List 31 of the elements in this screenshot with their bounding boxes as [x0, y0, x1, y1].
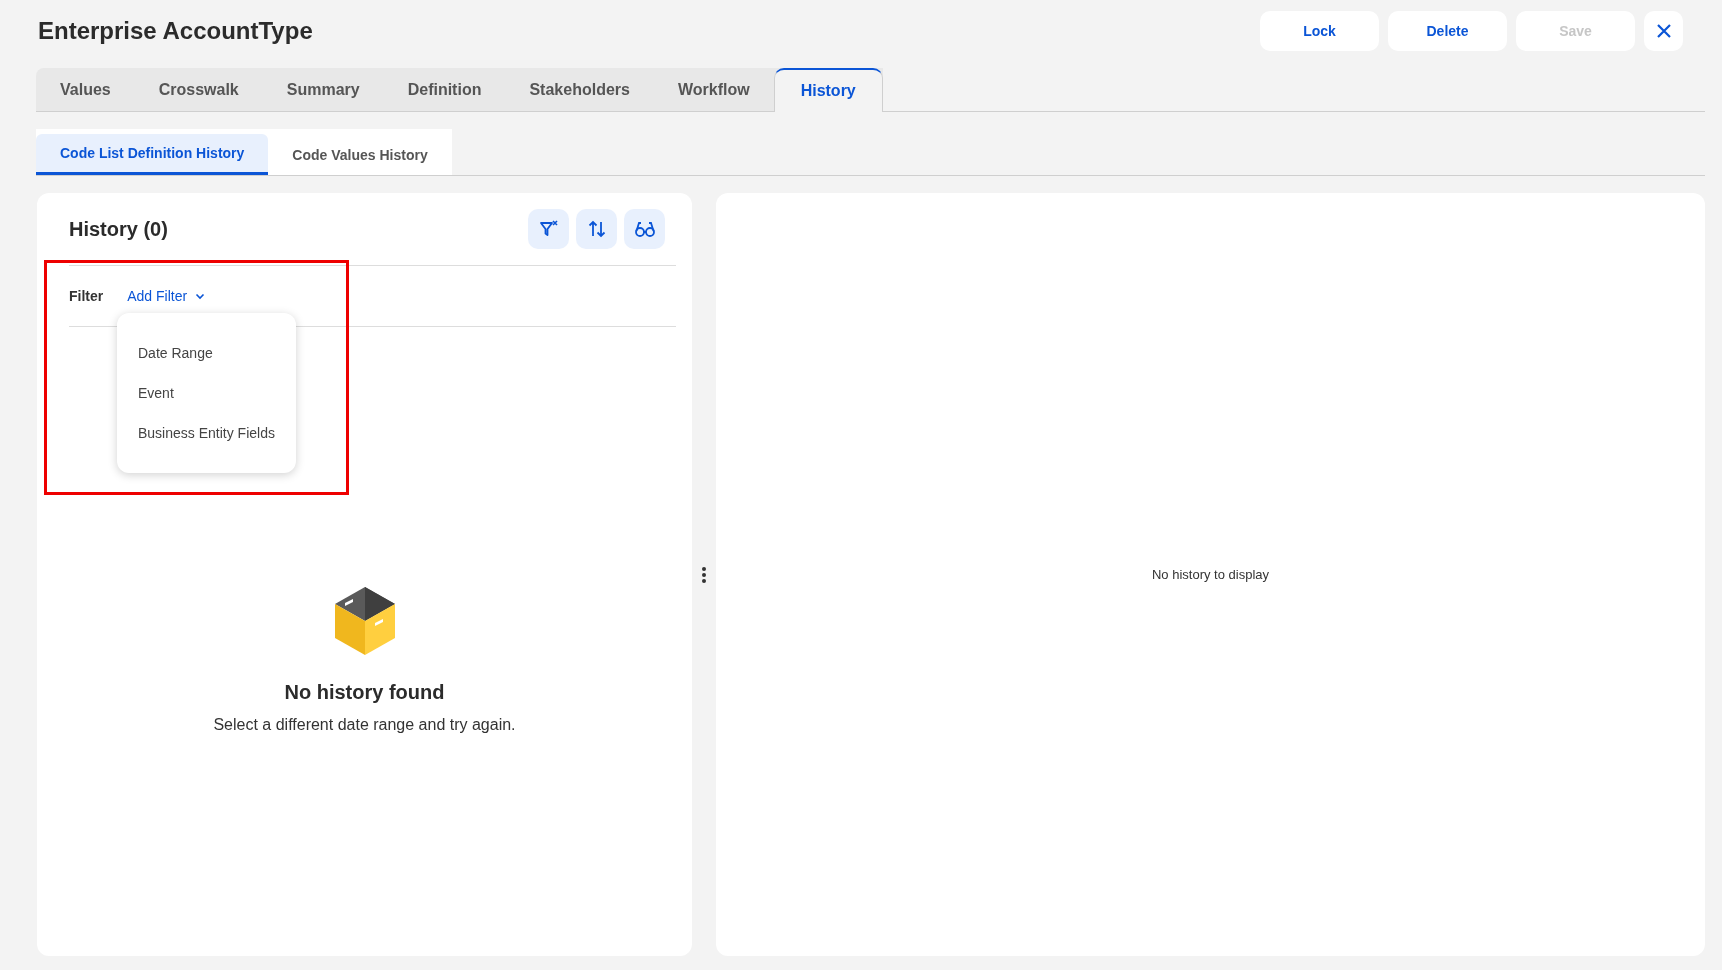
empty-message: No history to display	[1151, 567, 1270, 582]
empty-message: Select a different date range and try again.	[213, 716, 516, 734]
filter-label: Filter	[69, 288, 104, 304]
empty-title: No history found	[284, 681, 445, 704]
action-button[interactable]: Lock	[1260, 11, 1379, 51]
tab[interactable]: Summary	[262, 68, 384, 111]
close-icon	[1656, 24, 1671, 38]
tab[interactable]: Crosswalk	[134, 68, 263, 111]
tab[interactable]: Definition	[383, 68, 506, 111]
chevron-down-icon	[195, 292, 206, 300]
action-button[interactable]: Delete	[1388, 11, 1507, 51]
tab[interactable]: Workflow	[653, 68, 774, 111]
view-button[interactable]	[624, 209, 665, 249]
close-button[interactable]	[1644, 11, 1683, 51]
menu-item[interactable]: Event	[117, 373, 296, 413]
sort-button[interactable]	[576, 209, 617, 249]
tab[interactable]: Values	[36, 68, 135, 111]
menu-item[interactable]: Business Entity Fields	[117, 413, 296, 453]
tab[interactable]: Stakeholders	[505, 68, 654, 111]
empty-box-icon	[332, 587, 397, 655]
menu-item[interactable]: Date Range	[117, 333, 296, 373]
clear-filter-button[interactable]	[528, 209, 569, 249]
glasses-icon	[633, 219, 656, 239]
funnel-x-icon	[538, 219, 559, 239]
sort-arrows-icon	[586, 219, 607, 239]
page-title: Enterprise AccountType	[37, 17, 313, 45]
vertical-dots-icon	[702, 566, 706, 583]
add-filter-dropdown[interactable]: Add Filter	[127, 288, 206, 304]
panel-title: History (0)	[69, 217, 168, 241]
tab[interactable]: History	[773, 68, 883, 112]
sub-tab[interactable]: Code List Definition History	[36, 134, 269, 175]
